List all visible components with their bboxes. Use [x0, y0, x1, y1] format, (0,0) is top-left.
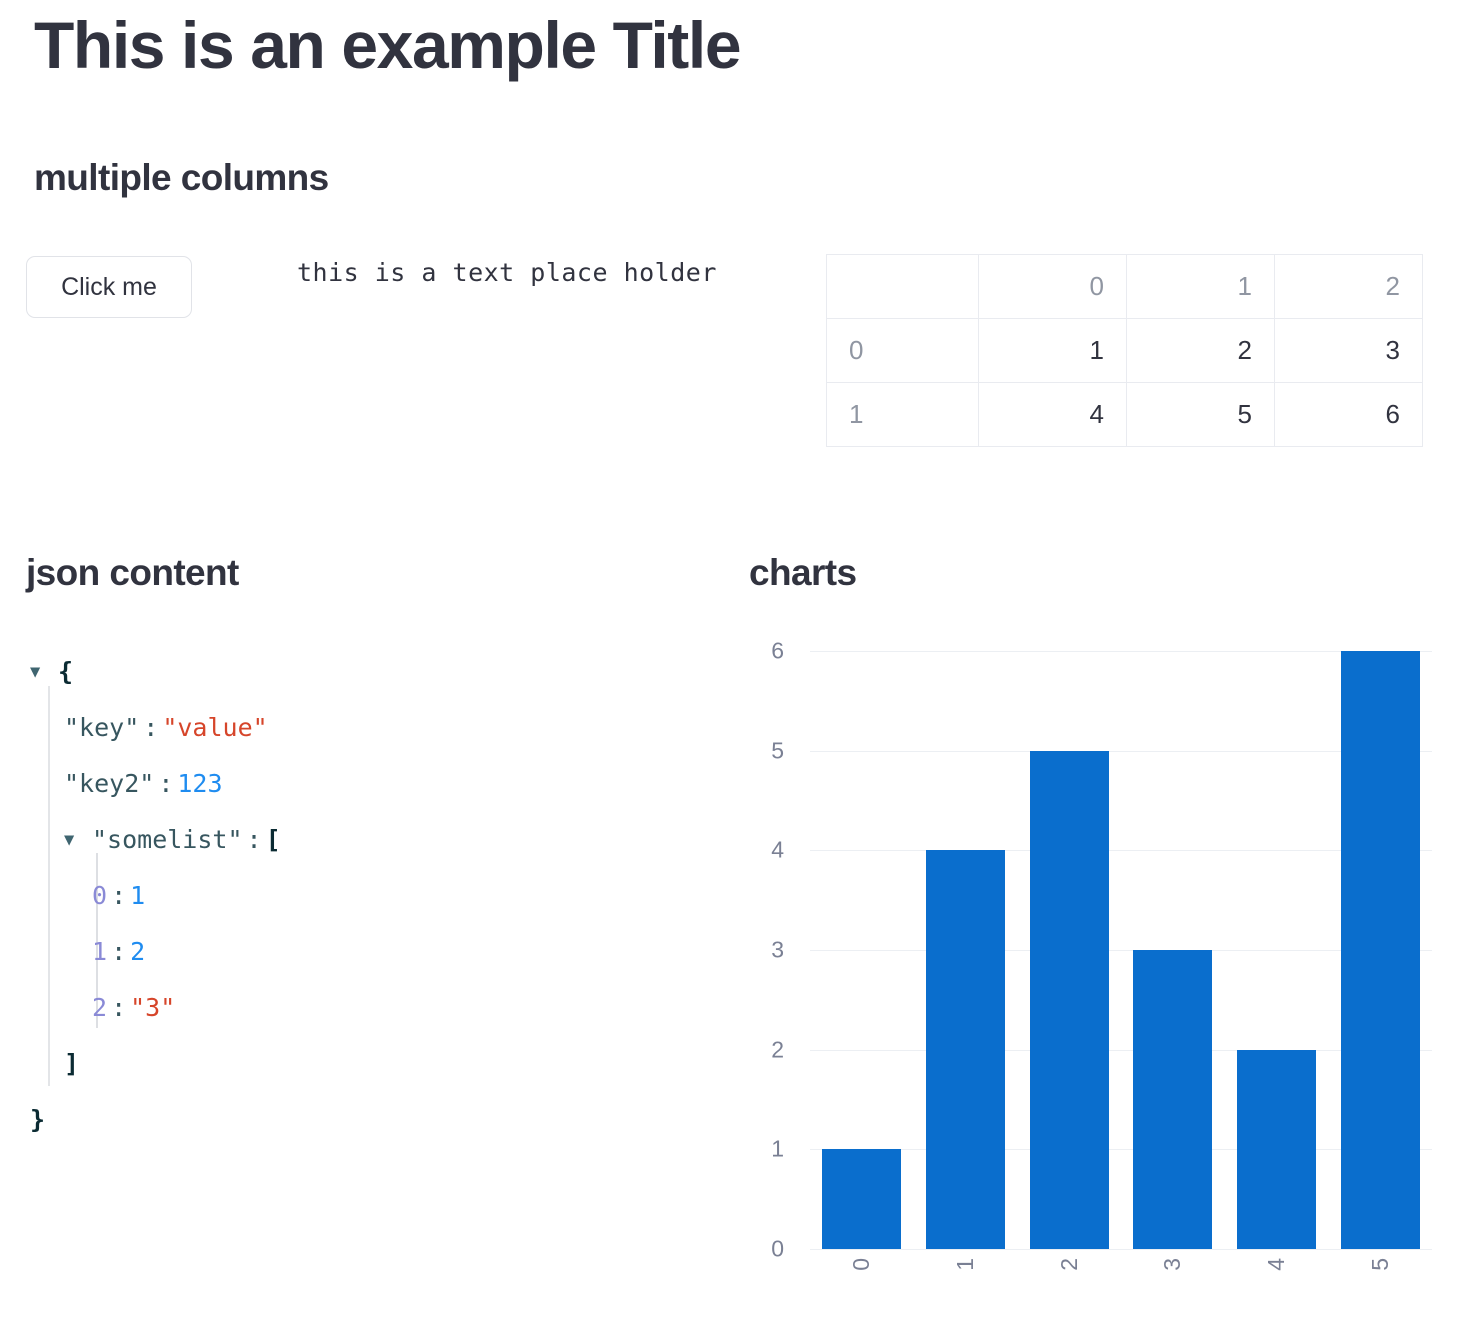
section-heading-charts: charts	[749, 552, 857, 593]
json-entry-somelist[interactable]: ▼ "somelist" : [	[30, 812, 281, 868]
y-axis-tick-label: 5	[771, 737, 784, 764]
bar-slot	[914, 651, 1018, 1249]
bar-slot	[810, 651, 914, 1249]
json-colon: :	[111, 993, 127, 1022]
json-colon: :	[111, 881, 127, 910]
json-close-bracket: ]	[64, 1049, 80, 1078]
x-tick-slot: 0	[810, 1258, 914, 1271]
json-value-number: 1	[130, 881, 146, 910]
bar[interactable]	[926, 850, 1005, 1249]
row-header-0: 0	[826, 318, 979, 383]
cell-r1-c1: 5	[1126, 382, 1275, 447]
chart-x-axis: 0 1 2 3 4 5	[810, 1258, 1432, 1271]
json-array-index: 2	[92, 993, 108, 1022]
y-axis-tick-label: 6	[771, 637, 784, 664]
chevron-down-icon[interactable]: ▼	[30, 663, 52, 681]
json-array-index: 0	[92, 881, 108, 910]
x-tick-slot: 1	[914, 1258, 1018, 1271]
x-axis-tick-label: 2	[1055, 1258, 1082, 1271]
row-header-1: 1	[826, 382, 979, 447]
bar-slot	[1328, 651, 1432, 1249]
column-header-1: 1	[1126, 254, 1275, 319]
json-array-index: 1	[92, 937, 108, 966]
bar-chart: 0 1 2 3 4 5 6 0 1 2 3 4 5	[749, 630, 1439, 1330]
json-close-bracket-row: ]	[30, 1036, 281, 1092]
cell-r0-c0: 1	[978, 318, 1127, 383]
json-key-label: "key2"	[64, 769, 155, 798]
json-key-label: "somelist"	[92, 825, 243, 854]
json-list-item: 2 : "3"	[30, 980, 281, 1036]
json-value-number: 123	[177, 769, 223, 798]
x-tick-slot: 5	[1328, 1258, 1432, 1271]
json-entry-key2: "key2" : 123	[30, 756, 281, 812]
x-axis-tick-label: 1	[952, 1258, 978, 1271]
x-axis-tick-label: 0	[848, 1258, 875, 1271]
json-value-string: "3"	[130, 993, 176, 1022]
x-axis-tick-label: 5	[1366, 1258, 1393, 1271]
cell-r0-c2: 3	[1274, 318, 1423, 383]
click-me-button[interactable]: Click me	[26, 256, 192, 318]
gridline	[810, 1249, 1432, 1250]
y-axis-tick-label: 3	[771, 936, 784, 963]
table-corner-cell	[826, 254, 979, 319]
bar[interactable]	[1133, 950, 1213, 1249]
json-open-bracket: [	[265, 825, 281, 854]
y-axis-tick-label: 1	[771, 1135, 784, 1162]
json-viewer: ▼ { "key" : "value" "key2" : 123 ▼ "some…	[30, 644, 281, 1148]
json-root-row[interactable]: ▼ {	[30, 644, 281, 700]
table-row: 0 1 2 3	[826, 318, 1423, 383]
chart-bars	[810, 651, 1432, 1249]
cell-r0-c1: 2	[1126, 318, 1275, 383]
dataframe-table: 0 1 2 0 1 2 3 1 4 5 6	[826, 254, 1423, 447]
y-axis-tick-label: 2	[771, 1036, 784, 1063]
json-key-label: "key"	[64, 713, 140, 742]
table-header-row: 0 1 2	[826, 254, 1423, 319]
section-heading-json-content: json content	[26, 552, 239, 593]
dataframe-head: 0 1 2	[826, 254, 1423, 319]
table-row: 1 4 5 6	[826, 382, 1423, 447]
json-value-string: "value"	[162, 713, 268, 742]
x-tick-slot: 4	[1225, 1258, 1329, 1271]
json-colon: :	[158, 769, 174, 798]
cell-r1-c2: 6	[1274, 382, 1423, 447]
x-axis-tick-label: 3	[1159, 1258, 1186, 1271]
json-value-number: 2	[130, 937, 146, 966]
bar[interactable]	[822, 1149, 902, 1249]
bar-slot	[1121, 651, 1225, 1249]
x-tick-slot: 2	[1017, 1258, 1121, 1271]
cell-r1-c0: 4	[978, 382, 1127, 447]
json-close-brace: }	[30, 1105, 46, 1134]
y-axis-tick-label: 4	[771, 836, 784, 863]
json-close-brace-row: }	[30, 1092, 281, 1148]
bar-slot	[1225, 651, 1329, 1249]
section-heading-multiple-columns: multiple columns	[34, 157, 329, 198]
column-header-2: 2	[1274, 254, 1423, 319]
json-list-item: 1 : 2	[30, 924, 281, 980]
json-list-item: 0 : 1	[30, 868, 281, 924]
chevron-down-icon[interactable]: ▼	[64, 831, 86, 849]
x-tick-slot: 3	[1121, 1258, 1225, 1271]
json-open-brace: {	[58, 657, 74, 686]
json-entry-key: "key" : "value"	[30, 700, 281, 756]
bar[interactable]	[1029, 750, 1109, 1249]
y-axis-tick-label: 0	[771, 1235, 784, 1262]
bar[interactable]	[1237, 1049, 1316, 1249]
dataframe-body: 0 1 2 3 1 4 5 6	[826, 318, 1423, 447]
column-header-0: 0	[978, 254, 1127, 319]
json-colon: :	[111, 937, 127, 966]
text-placeholder: this is a text place holder	[297, 258, 717, 287]
x-axis-tick-label: 4	[1263, 1258, 1290, 1271]
json-colon: :	[246, 825, 262, 854]
bar[interactable]	[1340, 651, 1420, 1249]
json-colon: :	[143, 713, 159, 742]
dataframe-container: 0 1 2 0 1 2 3 1 4 5 6	[826, 254, 1423, 447]
page-title: This is an example Title	[34, 8, 742, 82]
bar-slot	[1017, 651, 1121, 1249]
